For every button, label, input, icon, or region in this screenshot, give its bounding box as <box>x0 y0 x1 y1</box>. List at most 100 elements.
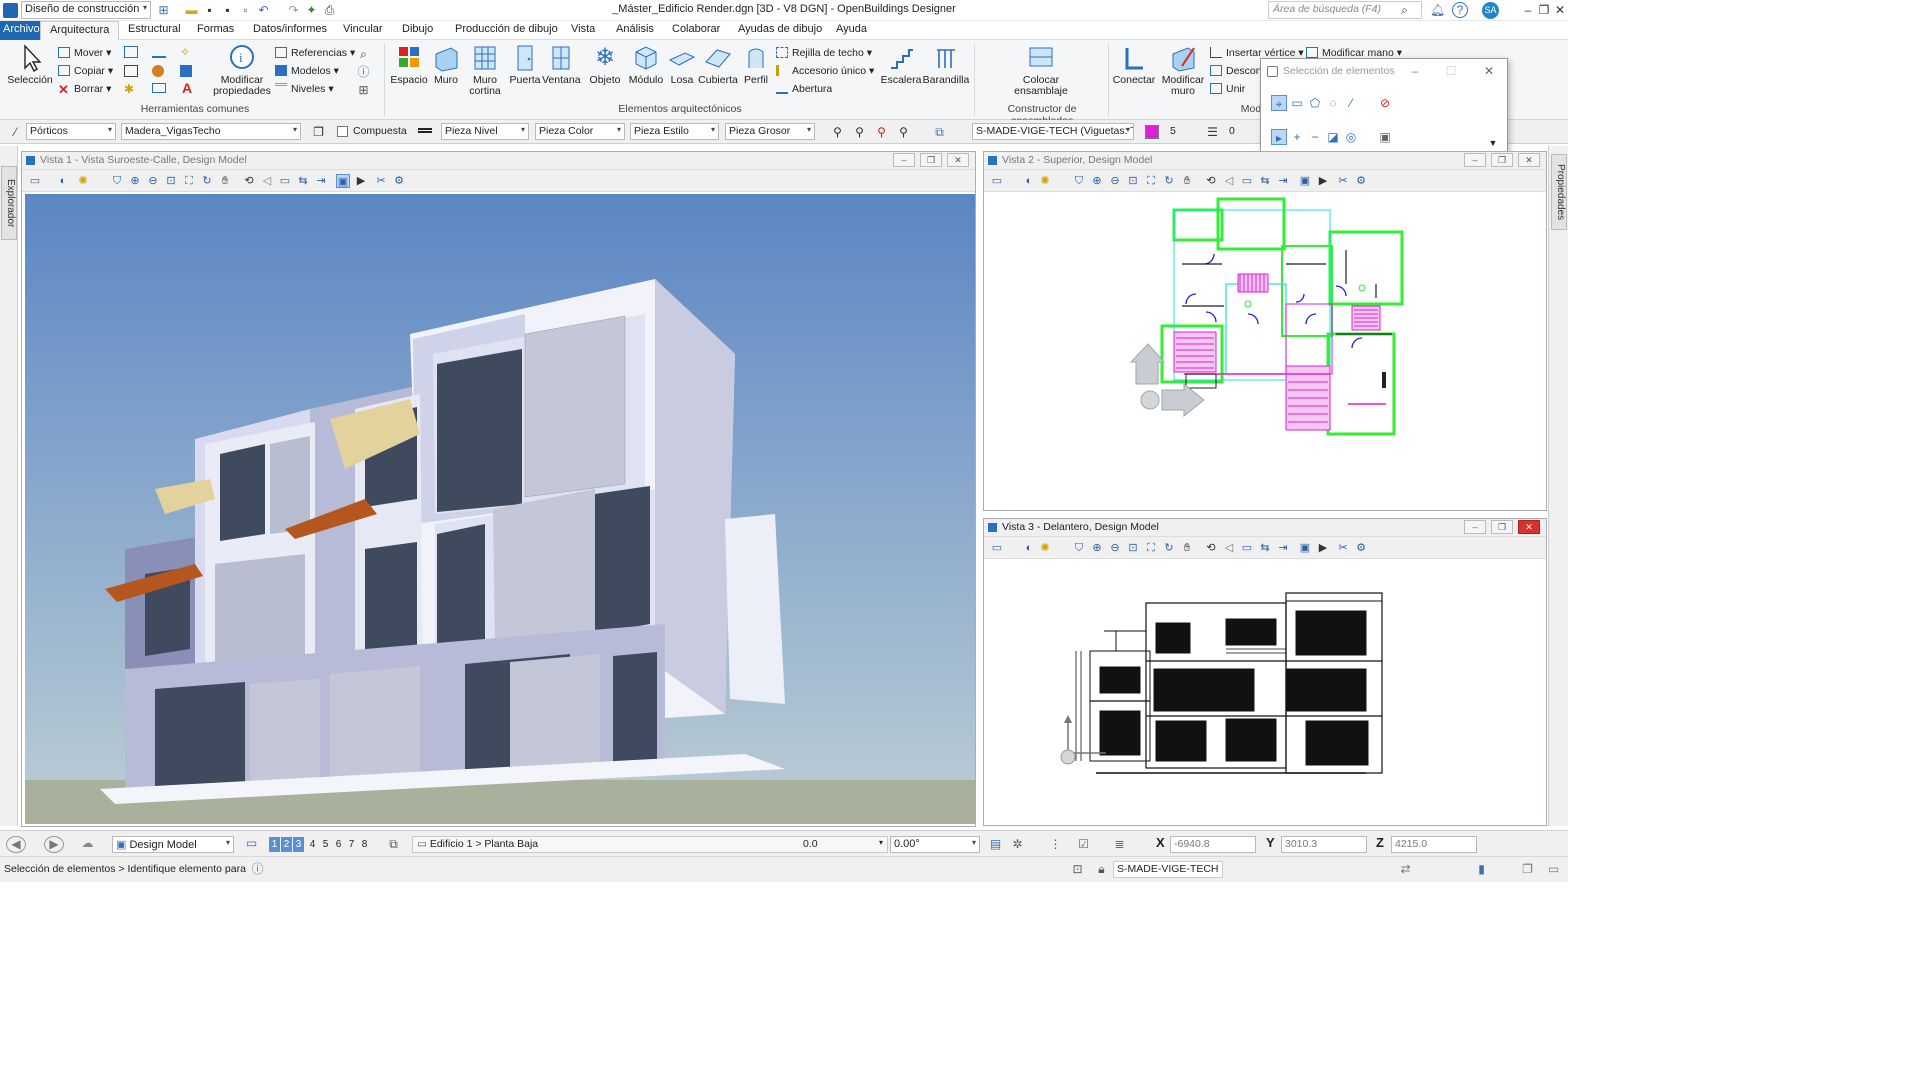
camera-setup-icon[interactable]: ▶ <box>354 174 368 188</box>
pan-icon[interactable]: ✋︎ <box>1180 174 1194 188</box>
view-attributes-icon[interactable]: ▭ <box>28 174 42 188</box>
tab-link[interactable]: Vincular <box>334 21 392 40</box>
level-select[interactable]: Pieza Nivel ▾ <box>441 123 529 140</box>
zoom-in-icon[interactable]: ⊕ <box>128 174 142 188</box>
copy-view-icon[interactable]: ⇆ <box>296 174 310 188</box>
copy-view-icon[interactable]: ⇆ <box>1258 541 1272 555</box>
pick-icon[interactable]: ⁄ <box>8 125 23 139</box>
tab-collaborate[interactable]: Colaborar <box>663 21 729 40</box>
delete-button[interactable]: ✕ Borrar ▾ <box>58 83 111 96</box>
view-next-icon[interactable]: ▭ <box>278 174 292 188</box>
door-button[interactable]: Puerta <box>508 44 542 86</box>
active-standard-field[interactable]: S-MADE-VIGE-TECH (Vig <box>1113 861 1223 878</box>
close-button[interactable]: ✕ <box>1548 1 1572 19</box>
y-coordinate-field[interactable]: 3010.3 <box>1281 836 1367 853</box>
back-icon[interactable]: ◀ <box>6 836 26 853</box>
sync-icon[interactable]: ⇄ <box>1398 862 1413 876</box>
find-icon[interactable]: ⌕ <box>356 47 371 61</box>
view-previous-icon[interactable]: ◁ <box>260 174 274 188</box>
design-history-icon[interactable]: ▮ <box>1474 862 1489 876</box>
calendar-icon[interactable]: ▤ <box>988 837 1003 851</box>
rotate-view-icon[interactable]: ↻ <box>1162 174 1176 188</box>
tab-architecture[interactable]: Arquitectura <box>40 21 120 40</box>
tab-drawing-aids[interactable]: Ayudas de dibujo <box>729 21 831 40</box>
grid-snap-icon[interactable]: ⊞ <box>356 83 371 97</box>
copy-view-icon[interactable]: ⇆ <box>1258 174 1272 188</box>
camera-setup-icon[interactable]: ▶ <box>1316 541 1330 555</box>
pan-icon[interactable]: ✋︎ <box>218 174 232 188</box>
grid-icon[interactable]: ⋮ <box>1048 837 1063 851</box>
help-icon[interactable]: ? <box>1452 2 1468 18</box>
block-select-icon[interactable]: ▭ <box>1289 95 1305 111</box>
color-select[interactable]: Pieza Color ▾ <box>535 123 625 140</box>
walk-icon[interactable]: ⟲ <box>1204 174 1218 188</box>
compound-checkbox[interactable] <box>337 126 348 137</box>
lighting-icon[interactable]: ✺ <box>1038 174 1052 188</box>
place-family-icon[interactable]: ⚲ <box>830 125 845 139</box>
view-previous-icon[interactable]: ◁ <box>1222 541 1236 555</box>
new-mode-icon[interactable]: ▸ <box>1271 129 1287 145</box>
stair-button[interactable]: Escalera <box>880 44 922 86</box>
tab-structural[interactable]: Estructural <box>119 21 190 40</box>
view-3-minimize-button[interactable]: – <box>1464 520 1486 534</box>
zoom-out-icon[interactable]: ⊖ <box>1108 174 1122 188</box>
view-layout-icon[interactable]: ▭ <box>1546 862 1561 876</box>
place-light-icon[interactable]: ✧ <box>180 46 194 58</box>
message-info-icon[interactable]: ⓘ <box>250 862 265 876</box>
shape-select-icon[interactable]: ⬠ <box>1307 95 1323 111</box>
move-button[interactable]: Mover ▾ <box>58 47 111 59</box>
view-toggles-icon[interactable]: ⚙ <box>1354 541 1368 555</box>
display-style-icon[interactable]: ◐ <box>1022 541 1036 555</box>
add-mode-icon[interactable]: + <box>1289 129 1305 145</box>
single-fitting-button[interactable]: Accesorio único ▾ <box>776 65 874 77</box>
angle-field[interactable]: 0.00° ▾ <box>890 836 980 853</box>
place-assembly-button[interactable]: Colocar ensamblaje <box>1004 44 1078 97</box>
weight-lines-icon[interactable]: ☰ <box>1205 125 1220 139</box>
tab-view[interactable]: Vista <box>562 21 604 40</box>
restore-layout-icon[interactable]: ❐ <box>1520 862 1535 876</box>
profile-button[interactable]: Perfil <box>740 44 772 86</box>
rotate-view-icon[interactable]: ↻ <box>200 174 214 188</box>
lightbulb-icon[interactable]: ✱ <box>124 83 138 95</box>
window-area-icon[interactable]: ⊡ <box>1126 174 1140 188</box>
place-line-icon[interactable] <box>124 46 138 58</box>
zoom-in-icon[interactable]: ⊕ <box>1090 174 1104 188</box>
view-attributes-icon[interactable]: ▭ <box>990 541 1004 555</box>
lock-icon[interactable]: 🔒︎ <box>1094 862 1109 876</box>
notifications-icon[interactable]: 🔔︎ <box>1430 3 1445 17</box>
panel-minimize-button[interactable]: – <box>1407 63 1423 79</box>
window-button[interactable]: Ventana <box>542 44 581 86</box>
references-button[interactable]: Referencias ▾ <box>275 47 355 59</box>
tab-file[interactable]: Archivo <box>0 21 43 40</box>
line-weight-icon[interactable] <box>418 128 432 133</box>
tab-explorer[interactable]: Explorador <box>1 166 17 240</box>
render-viewport[interactable] <box>25 194 975 824</box>
subtract-mode-icon[interactable]: − <box>1307 129 1323 145</box>
camera-icon[interactable]: ⇥ <box>1276 174 1290 188</box>
color-swatch-icon[interactable] <box>1145 125 1159 139</box>
clear-icon[interactable]: ⛉ <box>1072 541 1086 555</box>
view-toggles-icon[interactable]: ⚙ <box>1354 174 1368 188</box>
tab-properties[interactable]: Propiedades <box>1551 154 1567 230</box>
walk-icon[interactable]: ⟲ <box>1204 541 1218 555</box>
tab-drawing[interactable]: Dibujo <box>393 21 442 40</box>
view-number-8[interactable]: 8 <box>359 837 370 852</box>
view-toggles-icon[interactable]: ⚙ <box>392 174 406 188</box>
zoom-out-icon[interactable]: ⊖ <box>146 174 160 188</box>
circle-select-icon[interactable]: ◌ <box>1325 95 1341 111</box>
part-browser-icon[interactable]: ❐ <box>311 125 326 139</box>
tab-analysis[interactable]: Análisis <box>607 21 663 40</box>
display-style-icon[interactable]: ◐ <box>1022 174 1036 188</box>
view-attributes-icon[interactable]: ▭ <box>990 174 1004 188</box>
avatar[interactable]: SA <box>1482 2 1499 19</box>
window-area-icon[interactable]: ⊡ <box>1126 541 1140 555</box>
roof-button[interactable]: Cubierta <box>698 44 738 86</box>
view-2-minimize-button[interactable]: – <box>1464 153 1486 167</box>
tab-help[interactable]: Ayuda <box>827 21 876 40</box>
plan-viewport[interactable] <box>986 194 1546 510</box>
opening-button[interactable]: Abertura <box>776 83 832 95</box>
lighting-icon[interactable]: ✺ <box>1038 541 1052 555</box>
view-3-restore-button[interactable]: ❐ <box>1491 520 1513 534</box>
module-button[interactable]: Módulo <box>626 44 666 86</box>
lighting-icon[interactable]: ✺ <box>76 174 90 188</box>
